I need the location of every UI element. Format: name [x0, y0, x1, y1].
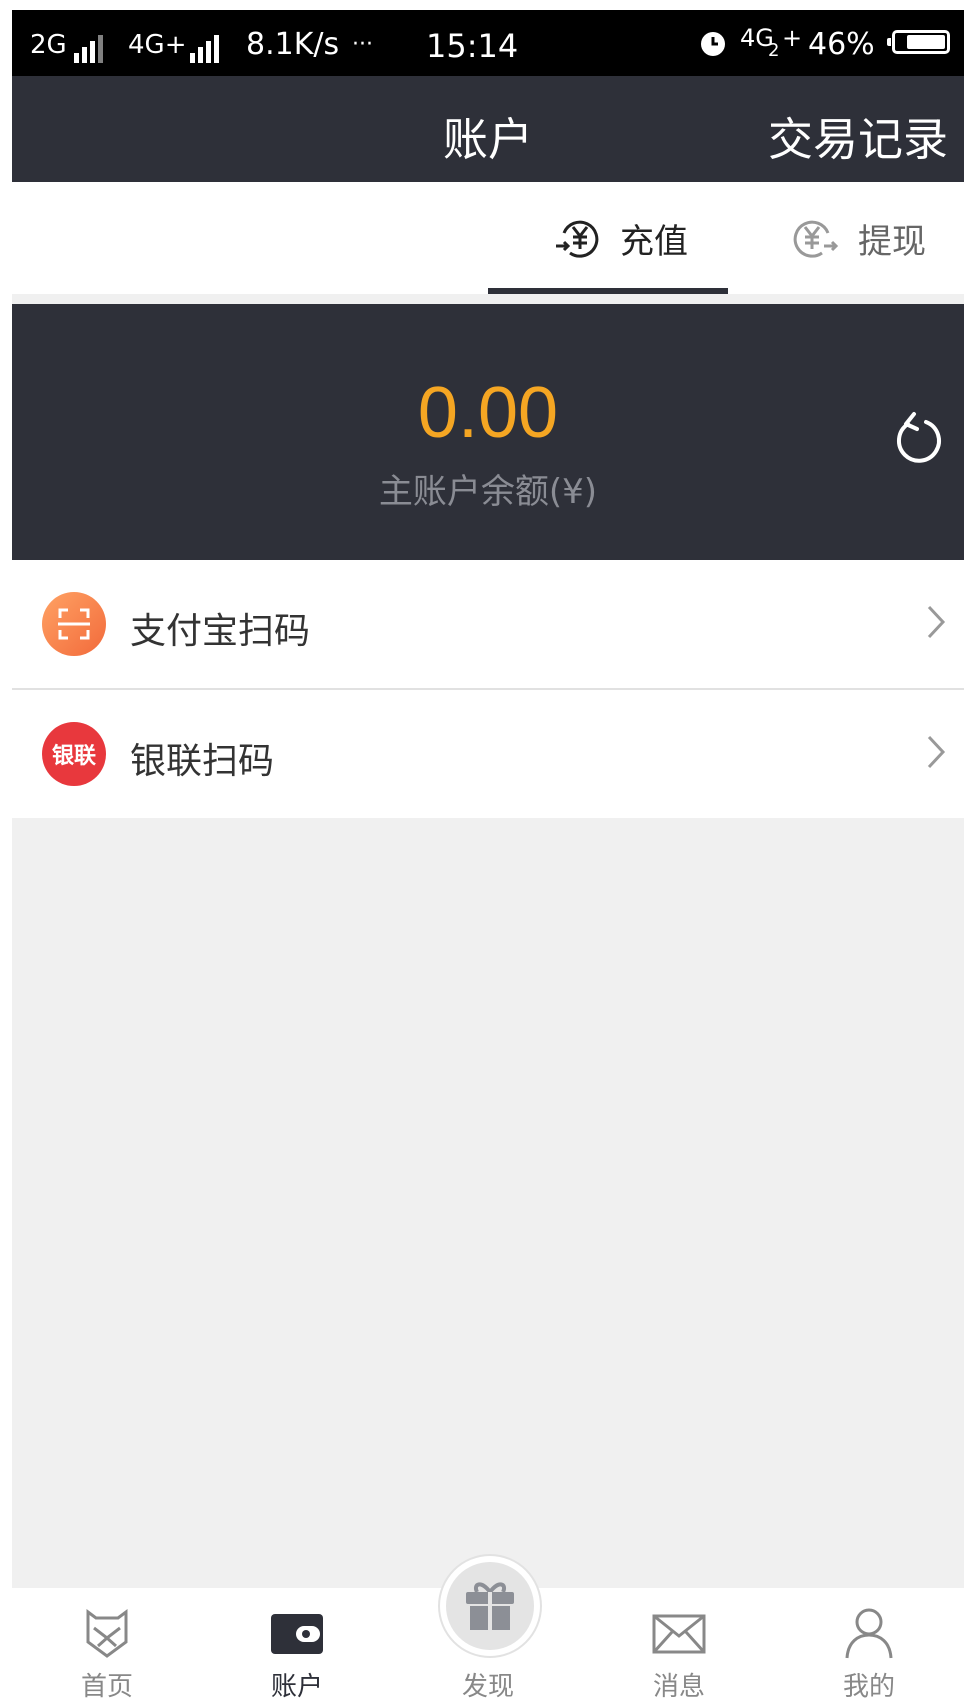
yen-in-icon [556, 220, 599, 258]
chevron-right-icon [927, 605, 946, 639]
clock-time: 15:14 [426, 27, 519, 65]
nav-account[interactable]: 账户 [202, 1588, 392, 1698]
signal-bars-icon-2 [190, 28, 222, 63]
tab-recharge[interactable]: 充值 [552, 182, 688, 294]
discover-gift-button[interactable] [440, 1556, 540, 1656]
balance-label: 主账户余额(¥) [378, 472, 598, 512]
refresh-icon[interactable] [892, 410, 944, 466]
payment-method-list: 支付宝扫码 银联 银联扫码 [12, 560, 964, 818]
mail-icon [652, 1614, 706, 1654]
payment-method-alipay[interactable]: 支付宝扫码 [12, 560, 964, 688]
alarm-icon [701, 32, 725, 56]
user-icon [845, 1608, 893, 1659]
alipay-label: 支付宝扫码 [130, 611, 311, 652]
network-sim-index: 2 [768, 40, 780, 61]
active-tab-indicator [488, 288, 728, 294]
tab-withdraw-label: 提现 [858, 221, 926, 262]
home-icon [86, 1609, 128, 1658]
gift-icon [466, 1582, 514, 1630]
payment-method-unionpay[interactable]: 银联 银联扫码 [12, 688, 964, 818]
gift-button-background [446, 1562, 534, 1650]
nav-profile[interactable]: 我的 [774, 1588, 964, 1698]
yen-out-icon [793, 220, 839, 258]
app-screen: 2G 4G+ 8.1K/s ··· 15:14 4G 2 + 46% 账户 交易… [12, 10, 964, 1698]
nav-home-label: 首页 [80, 1672, 133, 1698]
nav-messages-label: 消息 [652, 1672, 705, 1698]
status-bar: 2G 4G+ 8.1K/s ··· 15:14 4G 2 + 46% [12, 10, 964, 76]
chevron-right-icon-2 [927, 735, 946, 769]
nav-profile-label: 我的 [842, 1672, 895, 1698]
unionpay-icon-text: 银联 [51, 744, 96, 769]
tab-withdraw[interactable]: 提现 [790, 182, 926, 294]
scan-icon [42, 592, 106, 656]
network-speed: 8.1K/s [246, 27, 340, 62]
network-plus: + [782, 24, 803, 52]
network-2g-label: 2G [30, 30, 67, 60]
nav-account-label: 账户 [270, 1672, 323, 1698]
signal-bars-icon [74, 28, 106, 63]
network-4g-label: 4G+ [128, 30, 187, 60]
nav-home[interactable]: 首页 [12, 1588, 202, 1698]
battery-percent: 46% [808, 27, 875, 62]
unionpay-icon: 银联 [42, 722, 106, 786]
battery-icon [887, 30, 950, 54]
tab-recharge-label: 充值 [620, 221, 688, 262]
unionpay-label: 银联扫码 [130, 741, 275, 782]
balance-amount: 0.00 [417, 373, 559, 453]
nav-discover-label: 发现 [461, 1672, 514, 1698]
tab-bar: 充值 提现 [12, 182, 964, 294]
nav-messages[interactable]: 消息 [584, 1588, 774, 1698]
transaction-history-link[interactable]: 交易记录 [768, 103, 948, 168]
app-header: 账户 交易记录 [12, 76, 964, 182]
balance-panel: 0.00 主账户余额(¥) [12, 304, 964, 560]
more-indicator: ··· [352, 32, 373, 57]
wallet-icon [271, 1614, 323, 1654]
